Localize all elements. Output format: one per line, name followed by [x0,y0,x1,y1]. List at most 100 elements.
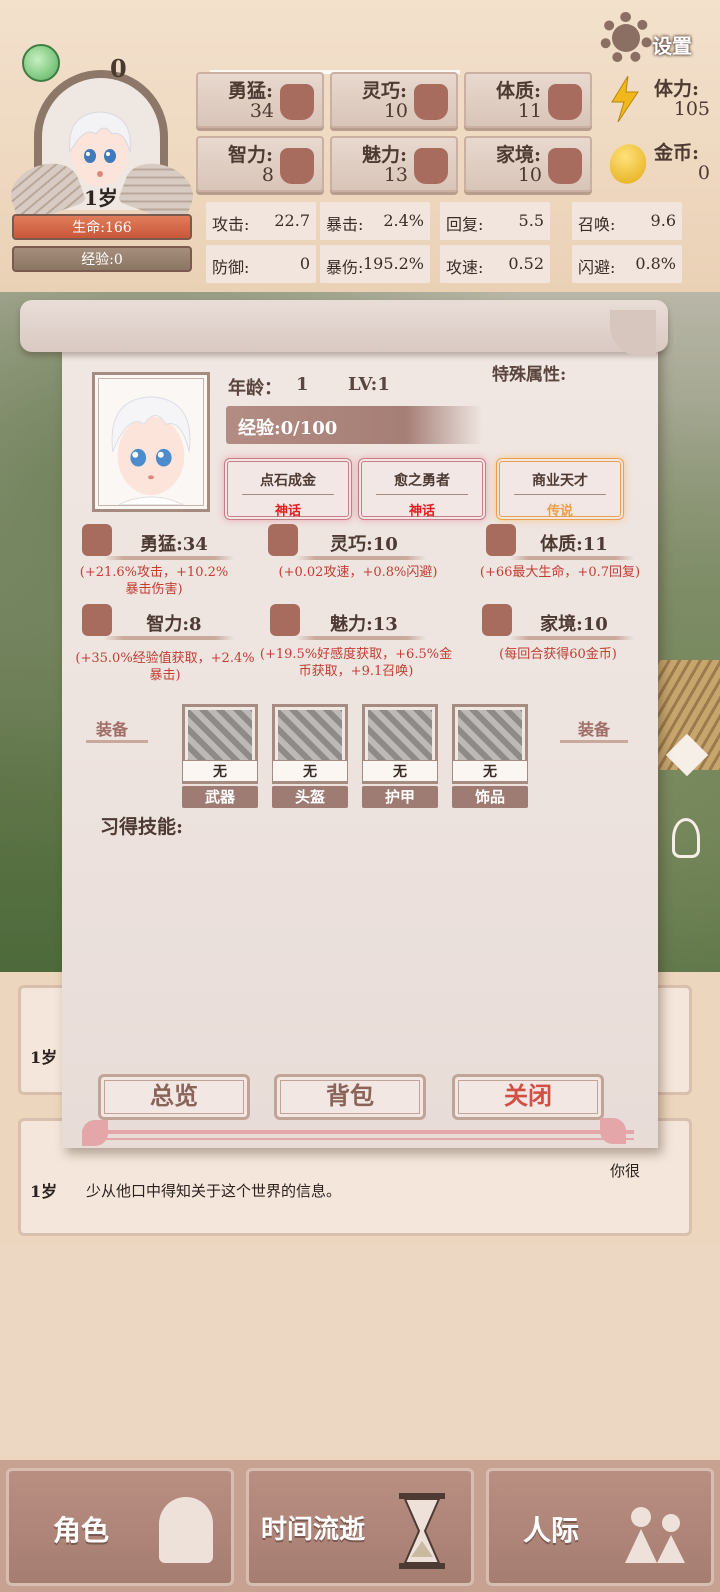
equipment-label-right: 装备 [578,720,611,739]
flower-left-icon [82,1120,108,1146]
coin-hand-icon [548,148,582,184]
combat-stat: 攻速: 0.52 [440,245,550,283]
flower-bud-icon [414,148,448,184]
avatar [69,111,131,186]
character-bust-icon [159,1497,213,1563]
level: LV:1 [348,374,390,395]
empty-log-area [0,1245,720,1455]
xp-bar: 经验:0 [12,246,192,272]
gold-label: 金币: [654,142,700,164]
trait-rank: 传说 [546,504,573,519]
attr-detail-desc: (每回合获得60金币) [499,647,617,662]
slot-name: 头盔 [272,786,348,808]
log-text: 少从他口中得知关于这个世界的信息。 [86,1182,342,1200]
location-marker-icon[interactable] [672,818,700,858]
muscle-arm-icon [548,84,582,120]
attr-detail-desc: (+21.6%攻击，+10.2%暴击伤害) [79,565,229,597]
trait-name: 愈之勇者 [394,473,450,489]
close-button[interactable]: 关闭 [452,1074,604,1120]
log-age: 1岁 [30,1048,58,1067]
combat-stat: 攻击: 22.7 [206,202,316,240]
slot-name: 护甲 [362,786,438,808]
attr-detail-title: 家境:10 [540,614,608,635]
nav-label: 人际 [523,1514,580,1547]
stat-value: 2.4% [383,211,424,230]
xp-text: 经验:0/100 [238,418,338,439]
avatar-age: 1岁 [84,186,118,210]
attr-value: 13 [383,164,408,186]
attr-card-intelligence[interactable]: 智力: 8 [196,136,324,192]
attr-value: 10 [383,100,408,122]
attr-label: 体质: [496,80,542,102]
muscle-arm-icon [486,524,516,556]
age-value: 1 [296,374,309,395]
stat-name: 暴击: [326,215,364,234]
fist-icon [280,84,314,120]
combat-stat: 召唤: 9.6 [572,202,682,240]
nav-tab-character[interactable]: 角色 [6,1468,234,1586]
slot-state: 无 [452,760,528,782]
attr-label: 灵巧: [362,80,408,102]
brain-head-icon [82,604,112,636]
slot-state: 无 [272,760,348,782]
gold-card: 金币: 0 [604,136,714,192]
trait-card[interactable]: 点石成金 神话 [224,458,352,520]
special-attributes-label: 特殊属性: [492,365,567,385]
hourglass-icon [399,1493,445,1569]
ribbon-ornament-line [82,1138,634,1140]
equip-ornament-left [86,740,148,743]
attr-card-family[interactable]: 家境: 10 [464,136,592,192]
cloth-icon [414,84,448,120]
lightning-bolt-icon [611,76,639,122]
flower-bud-icon [270,604,300,636]
combat-stat: 回复: 5.5 [440,202,550,240]
attr-value: 11 [517,100,542,122]
attr-label: 勇猛: [228,80,274,102]
trait-rank: 神话 [274,504,301,519]
trait-card[interactable]: 愈之勇者 神话 [358,458,486,520]
combat-stat: 防御: 0 [206,245,316,283]
attr-detail-title: 魅力:13 [330,614,398,635]
trait-name: 点石成金 [260,473,316,489]
spirit-egg-icon [22,44,60,82]
cloth-icon [268,524,298,556]
attr-detail-title: 勇猛:34 [140,534,208,555]
stat-value: 195.2% [362,254,424,273]
attr-detail-desc: (+66最大生命，+0.7回复) [479,565,641,580]
trait-divider [514,494,606,495]
attr-underline [296,556,426,560]
attr-card-agility[interactable]: 灵巧: 10 [330,72,458,128]
age-label: 年龄： [228,378,282,399]
slot-name: 武器 [182,786,258,808]
attr-card-charm[interactable]: 魅力: 13 [330,136,458,192]
attr-card-constitution[interactable]: 体质: 11 [464,72,592,128]
attr-value: 8 [261,164,274,186]
ribbon-ornament [82,1130,634,1134]
trait-card[interactable]: 商业天才 传说 [496,458,624,520]
nav-tab-time-passes[interactable]: 时间流逝 [246,1468,474,1586]
equip-ornament-right [560,740,628,743]
stat-value: 0 [299,254,310,273]
settings-button[interactable]: 设置 [652,30,692,59]
brain-head-icon [280,148,314,184]
slot-name: 饰品 [452,786,528,808]
stat-name: 回复: [446,215,484,234]
attr-underline [104,556,234,560]
bag-button[interactable]: 背包 [274,1074,426,1120]
gold-value: 0 [697,162,710,184]
attr-detail-desc: (+35.0%经验值获取，+2.4%暴击) [75,651,255,683]
flower-right-icon [600,1118,626,1144]
nav-tab-social[interactable]: 人际 [486,1468,714,1586]
attr-detail-desc: (+0.02攻速，+0.8%闪避) [278,565,438,580]
combat-stat: 暴伤: 195.2% [320,245,430,283]
trait-divider [376,494,468,495]
trait-rank: 神话 [408,504,435,519]
attr-detail-title: 体质:11 [540,534,608,555]
stat-value: 22.7 [274,211,310,230]
hp-bar: 生命:166 [12,214,192,240]
attr-label: 魅力: [362,144,408,166]
attr-underline [296,636,426,640]
overview-button[interactable]: 总览 [98,1074,250,1120]
stat-value: 9.6 [650,211,676,230]
attr-card-bravery[interactable]: 勇猛: 34 [196,72,324,128]
